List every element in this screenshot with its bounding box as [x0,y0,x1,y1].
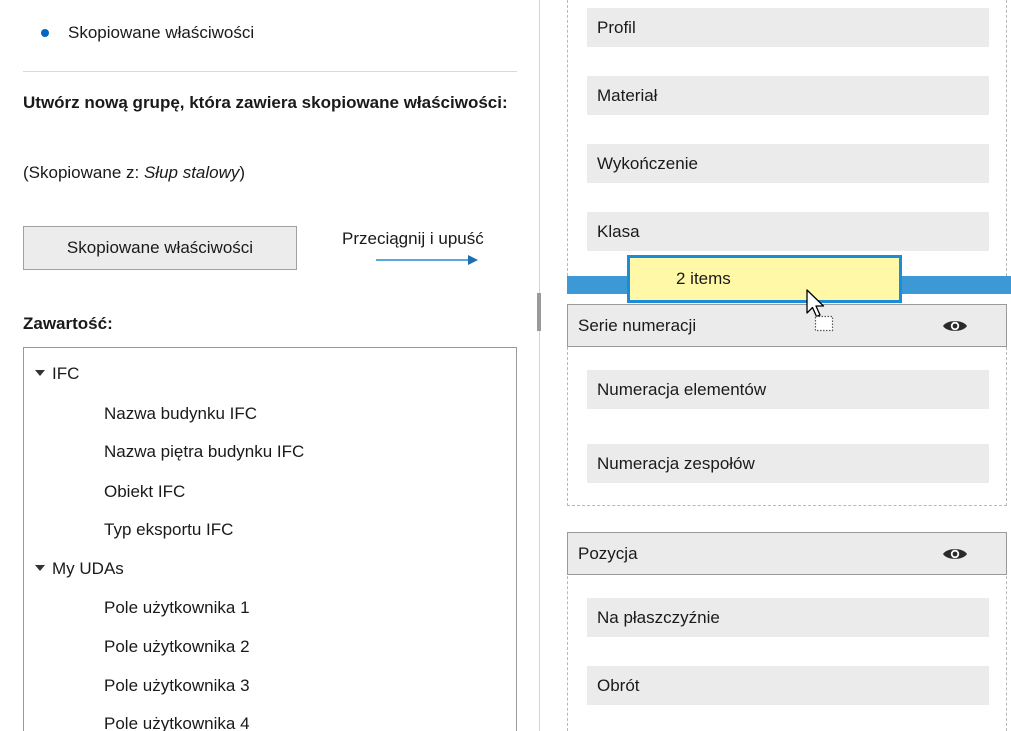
eye-icon[interactable] [942,546,968,562]
section-divider [23,71,517,72]
copied-properties-button[interactable]: Skopiowane właściwości [23,226,297,270]
property-row[interactable]: Obrót [587,666,989,705]
group-border-bottom [567,505,1007,506]
property-row[interactable]: Numeracja elementów [587,370,989,409]
property-row[interactable]: Materiał [587,76,989,115]
drag-tooltip: 2 items [627,255,902,303]
group-header-title: Serie numeracji [578,316,697,335]
copied-properties-radio-label: Skopiowane właściwości [68,23,255,42]
property-row[interactable]: Numeracja zespołów [587,444,989,483]
group-border-position [567,571,1007,731]
drag-copy-cursor-icon [806,289,834,332]
tree-group-my-udas[interactable]: My UDAs [35,557,124,581]
arrow-right-icon [376,255,478,265]
panel-divider [539,0,540,731]
contents-tree[interactable]: IFC Nazwa budynku IFC Nazwa piętra budyn… [23,347,517,731]
tree-item[interactable]: Pole użytkownika 3 [104,674,250,698]
property-row[interactable]: Na płaszczyźnie [587,598,989,637]
radio-selected-icon[interactable] [36,24,54,42]
property-row[interactable]: Wykończenie [587,144,989,183]
caret-down-icon[interactable] [35,564,45,571]
tree-item[interactable]: Nazwa budynku IFC [104,402,257,426]
copied-from-suffix: ) [239,163,246,182]
caret-down-icon[interactable] [35,369,45,376]
group-header-title: Pozycja [578,544,638,563]
tree-item[interactable]: Pole użytkownika 1 [104,596,250,620]
tree-item[interactable]: Pole użytkownika 2 [104,635,250,659]
eye-icon[interactable] [942,318,968,334]
group-header-numbering[interactable]: Serie numeracji [567,304,1007,347]
copied-properties-radio[interactable]: Skopiowane właściwości [36,20,254,46]
copied-from-text: (Skopiowane z: Słup stalowy) [23,163,245,183]
group-header-position[interactable]: Pozycja [567,532,1007,575]
copied-from-prefix: (Skopiowane z: [23,163,144,182]
tree-item[interactable]: Typ eksportu IFC [104,518,233,542]
panel-splitter-handle[interactable] [537,293,541,331]
drag-and-drop-hint: Przeciągnij i upuść [342,229,484,248]
property-row[interactable]: Klasa [587,212,989,251]
create-group-description: Utwórz nową grupę, która zawiera skopiow… [23,93,508,112]
property-row[interactable]: Profil [587,8,989,47]
contents-label: Zawartość: [23,314,113,333]
tree-item[interactable]: Pole użytkownika 4 [104,712,250,731]
tree-group-ifc[interactable]: IFC [35,362,79,386]
copied-from-source: Słup stalowy [143,163,240,182]
tree-item[interactable]: Nazwa piętra budynku IFC [104,440,304,464]
tree-group-label: IFC [52,364,80,383]
tree-group-label: My UDAs [52,559,124,578]
tree-item[interactable]: Obiekt IFC [104,480,185,504]
